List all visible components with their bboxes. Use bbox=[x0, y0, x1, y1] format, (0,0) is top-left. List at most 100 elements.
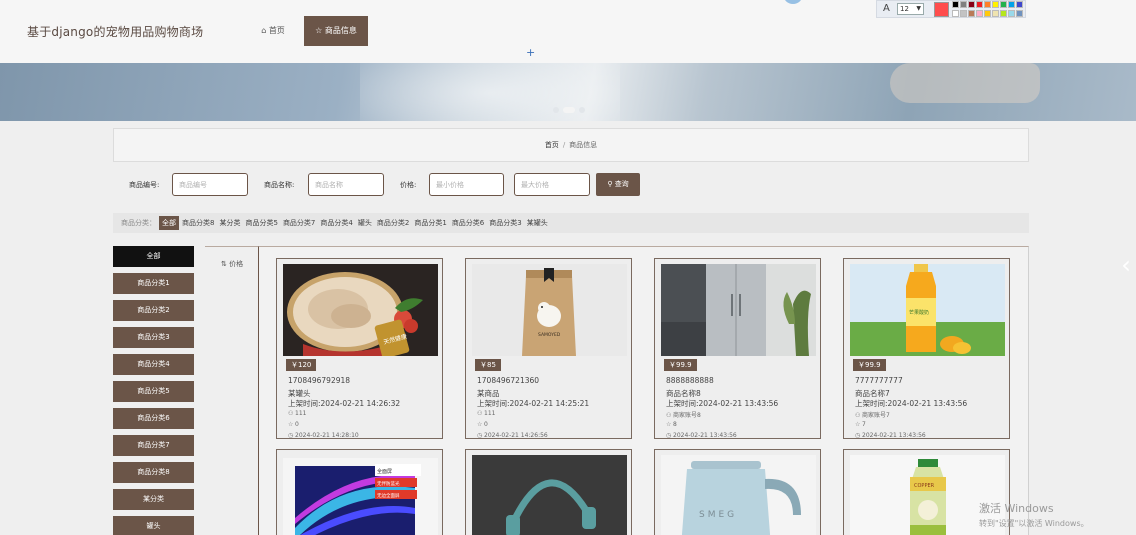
active-color-swatch[interactable] bbox=[934, 2, 949, 17]
drawing-toolbar: A 12 ▼ bbox=[876, 0, 1026, 18]
laptop-tag-text: 全面屏 bbox=[377, 468, 392, 475]
nav-home-label: 首页 bbox=[268, 26, 285, 35]
search-button[interactable]: ⚲ 查询 bbox=[596, 173, 640, 196]
product-merchant: 商家账号8 bbox=[673, 412, 701, 419]
product-updated-time: 2024-02-21 13:43:56 bbox=[862, 432, 926, 439]
sidebar-category-item[interactable]: 商品分类7 bbox=[113, 435, 194, 456]
laptop-tag-text: 无边全面屏 bbox=[377, 492, 400, 499]
product-card[interactable]: ￥99.9 8888888888 商品名称8 上架时间:2024-02-21 1… bbox=[654, 258, 821, 439]
product-card[interactable]: SMEG bbox=[654, 449, 821, 535]
product-card[interactable]: SAMOYED ￥85 1708496721360 某商品 上架时间:2024-… bbox=[465, 258, 632, 439]
sidebar-category-item[interactable]: 罐头 bbox=[113, 516, 194, 535]
category-filter-item[interactable]: 商品分类5 bbox=[243, 218, 279, 228]
category-filter-item[interactable]: 某分类 bbox=[217, 218, 242, 228]
color-swatch[interactable] bbox=[968, 10, 975, 17]
color-swatch[interactable] bbox=[984, 10, 991, 17]
category-filter-item[interactable]: 商品分类2 bbox=[375, 218, 411, 228]
like-icon: ☆ bbox=[477, 421, 483, 428]
color-palette bbox=[952, 1, 1024, 18]
product-updated-time: 2024-02-21 14:26:56 bbox=[484, 432, 548, 439]
color-swatch[interactable] bbox=[1000, 10, 1007, 17]
color-swatch[interactable] bbox=[952, 10, 959, 17]
product-likes: 0 bbox=[484, 421, 488, 428]
color-swatch[interactable] bbox=[992, 10, 999, 17]
site-title[interactable]: 基于django的宠物用品购物商场 bbox=[27, 23, 203, 40]
product-code-input[interactable] bbox=[172, 173, 248, 196]
category-filter-item[interactable]: 商品分类1 bbox=[412, 218, 448, 228]
carousel-dot[interactable] bbox=[563, 107, 575, 113]
price-label: 价格: bbox=[400, 181, 417, 189]
sidebar-category-item[interactable]: 商品分类1 bbox=[113, 273, 194, 294]
color-swatch[interactable] bbox=[976, 1, 983, 8]
product-card[interactable] bbox=[465, 449, 632, 535]
floating-assistant-icon[interactable] bbox=[783, 0, 803, 4]
color-swatch[interactable] bbox=[952, 1, 959, 8]
color-swatch[interactable] bbox=[992, 1, 999, 8]
category-filter-item[interactable]: 商品分类3 bbox=[487, 218, 523, 228]
kettle-brand-text: SMEG bbox=[699, 510, 737, 520]
category-filter-item[interactable]: 商品分类4 bbox=[318, 218, 354, 228]
sidebar-category-item[interactable]: 商品分类5 bbox=[113, 381, 194, 402]
product-updated-time: 2024-02-21 14:28:10 bbox=[295, 432, 359, 439]
product-name-input[interactable] bbox=[308, 173, 384, 196]
color-swatch[interactable] bbox=[968, 1, 975, 8]
sidebar-category-item[interactable]: 某分类 bbox=[113, 489, 194, 510]
product-listed-time: 上架时间:2024-02-21 14:25:21 bbox=[477, 399, 590, 408]
text-tool-icon[interactable]: A bbox=[883, 3, 890, 14]
min-price-input[interactable] bbox=[429, 173, 504, 196]
max-price-input[interactable] bbox=[514, 173, 590, 196]
sidebar-category-item[interactable]: 商品分类8 bbox=[113, 462, 194, 483]
sort-panel: ⇅ 价格 bbox=[205, 246, 259, 535]
hero-banner bbox=[0, 63, 1136, 121]
product-price: ￥99.9 bbox=[664, 359, 697, 371]
product-grid: 天然健康 ￥120 1708496792918 某罐头 上架时间:2024-02… bbox=[259, 246, 1029, 535]
category-filter-item[interactable]: 全部 bbox=[159, 216, 179, 230]
nav-goods-link[interactable]: ☆ 商品信息 bbox=[304, 16, 368, 46]
carousel-dots bbox=[553, 107, 585, 113]
color-swatch[interactable] bbox=[960, 1, 967, 8]
sidebar-category-item[interactable]: 商品分类3 bbox=[113, 327, 194, 348]
product-code: 7777777777 bbox=[855, 376, 903, 385]
color-swatch[interactable] bbox=[1000, 1, 1007, 8]
chevron-right-icon[interactable]: ‹ bbox=[1116, 248, 1136, 282]
home-icon: ⌂ bbox=[261, 26, 267, 35]
color-swatch[interactable] bbox=[984, 1, 991, 8]
category-filter-item[interactable]: 某罐头 bbox=[525, 218, 550, 228]
sort-by-price[interactable]: ⇅ 价格 bbox=[221, 259, 243, 269]
name-label: 商品名称: bbox=[264, 181, 295, 189]
category-filter-item[interactable]: 商品分类8 bbox=[180, 218, 216, 228]
product-image bbox=[661, 264, 816, 356]
color-swatch[interactable] bbox=[1008, 1, 1015, 8]
search-icon: ⚲ bbox=[607, 180, 613, 188]
sidebar-category-item[interactable]: 商品分类6 bbox=[113, 408, 194, 429]
carousel-dot[interactable] bbox=[579, 107, 585, 113]
color-swatch[interactable] bbox=[960, 10, 967, 17]
product-merchant: 111 bbox=[484, 410, 496, 417]
category-filter-item[interactable]: 罐头 bbox=[356, 218, 374, 228]
product-listed-time: 上架时间:2024-02-21 13:43:56 bbox=[855, 399, 968, 408]
product-card[interactable]: 全面屏 无伴防蓝光 无边全面屏 bbox=[276, 449, 443, 535]
product-card[interactable]: 天然健康 ￥120 1708496792918 某罐头 上架时间:2024-02… bbox=[276, 258, 443, 439]
product-card[interactable]: 芒果酸奶 ￥99.9 7777777777 商品名称7 上架时间:2024-02… bbox=[843, 258, 1010, 439]
color-swatch[interactable] bbox=[976, 10, 983, 17]
carousel-dot[interactable] bbox=[553, 107, 559, 113]
color-swatch[interactable] bbox=[1016, 10, 1023, 17]
font-size-select[interactable]: 12 ▼ bbox=[897, 3, 924, 15]
product-merchant: 商家账号7 bbox=[862, 412, 890, 419]
product-price: ￥120 bbox=[286, 359, 317, 371]
color-swatch[interactable] bbox=[1008, 10, 1015, 17]
color-swatch[interactable] bbox=[1016, 1, 1023, 8]
nav-home-link[interactable]: ⌂ 首页 bbox=[249, 16, 297, 46]
user-icon: ⚇ bbox=[666, 412, 672, 419]
sidebar-category-item[interactable]: 商品分类2 bbox=[113, 300, 194, 321]
category-filter-item[interactable]: 商品分类6 bbox=[450, 218, 486, 228]
category-filter-item[interactable]: 商品分类7 bbox=[281, 218, 317, 228]
user-icon: ⚇ bbox=[855, 412, 861, 419]
chevron-down-icon: ▼ bbox=[916, 5, 921, 12]
user-icon: ⚇ bbox=[477, 410, 483, 417]
category-label: 商品分类： bbox=[121, 219, 156, 227]
sidebar-category-item[interactable]: 全部 bbox=[113, 246, 194, 267]
juice-label-text: 芒果酸奶 bbox=[909, 309, 929, 316]
breadcrumb-home[interactable]: 首页 bbox=[545, 141, 559, 149]
sidebar-category-item[interactable]: 商品分类4 bbox=[113, 354, 194, 375]
